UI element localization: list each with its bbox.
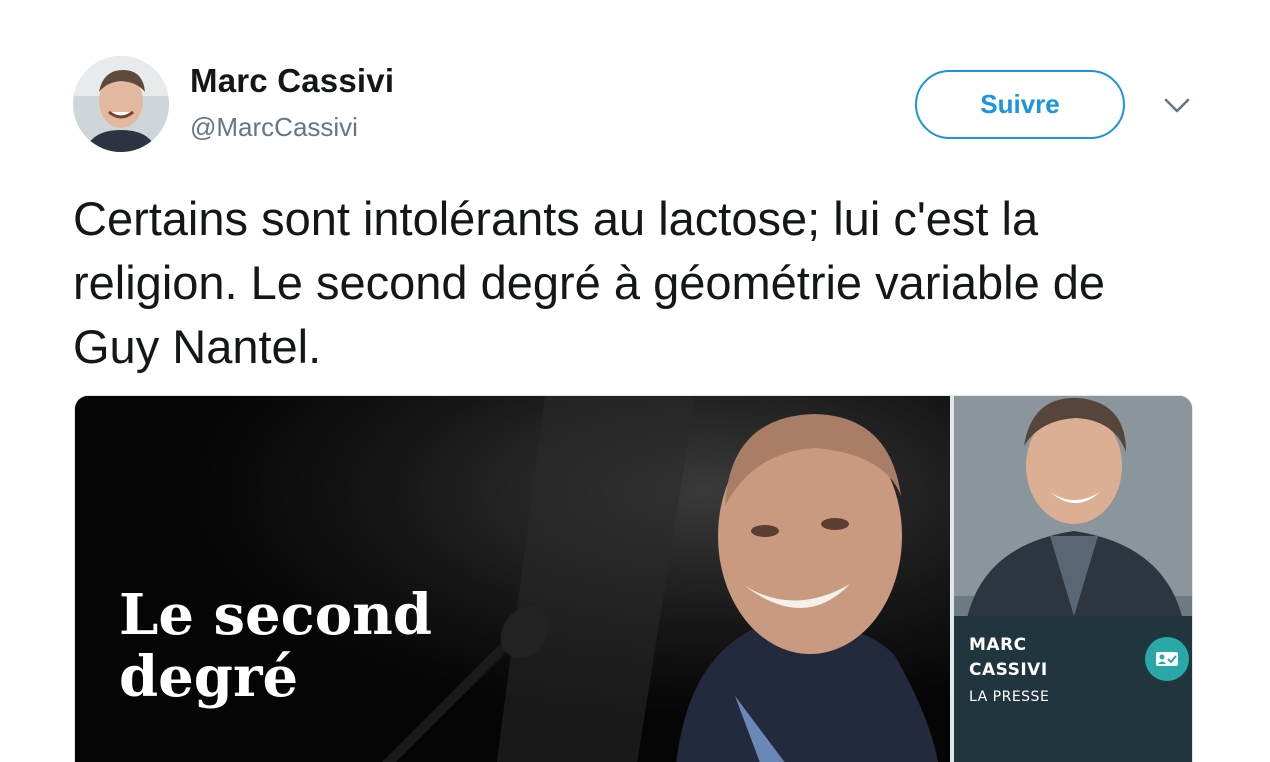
- media-grid: Le second degré MARC CASSIVI LA PRESSE: [74, 395, 1193, 762]
- avatar-photo: [73, 56, 169, 152]
- media-image-right[interactable]: MARC CASSIVI LA PRESSE: [954, 396, 1192, 762]
- chevron-down-icon[interactable]: [1162, 92, 1192, 118]
- id-card-icon: [1145, 637, 1189, 681]
- tweet-text: Certains sont intolérants au lactose; lu…: [73, 192, 1106, 373]
- user-handle[interactable]: @MarcCassivi: [190, 112, 358, 143]
- media-image-left[interactable]: Le second degré: [75, 396, 950, 762]
- follow-button[interactable]: Suivre: [915, 70, 1125, 139]
- author-name: MARC CASSIVI: [969, 635, 1048, 680]
- media-overlay-title: Le second degré: [119, 582, 432, 710]
- avatar[interactable]: [73, 56, 169, 152]
- user-display-name[interactable]: Marc Cassivi: [190, 62, 394, 100]
- tweet: Marc Cassivi @MarcCassivi Suivre Certain…: [0, 0, 1270, 762]
- author-outlet: LA PRESSE: [969, 689, 1050, 705]
